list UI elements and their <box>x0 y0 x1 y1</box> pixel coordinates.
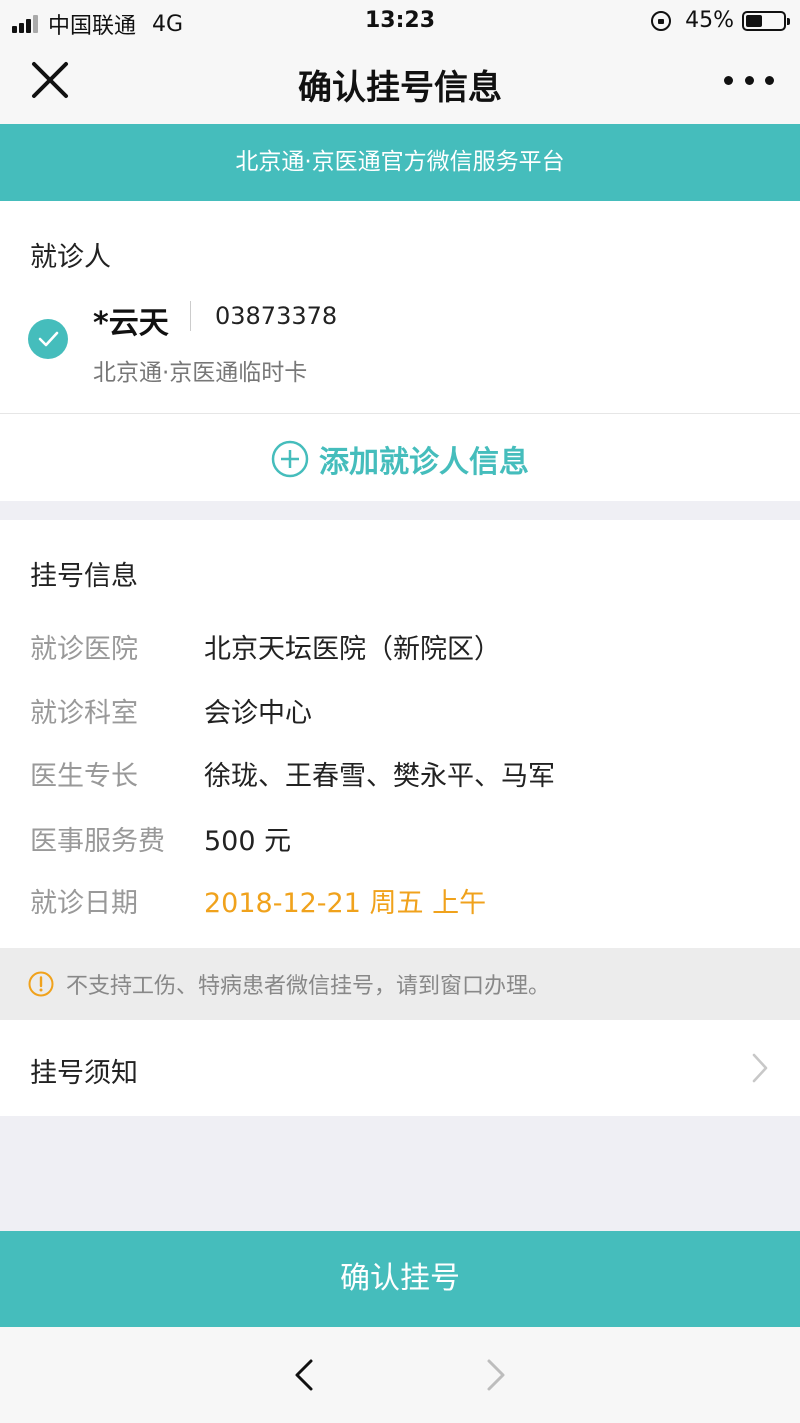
info-value: 会诊中心 <box>204 698 312 729</box>
patient-section-title: 就诊人 <box>30 242 111 273</box>
info-label: 就诊医院 <box>30 634 138 665</box>
info-row-doctors: 医生专长 徐珑、王春雪、樊永平、马军 <box>30 754 555 793</box>
back-icon[interactable] <box>292 1357 316 1393</box>
platform-banner: 北京通·京医通官方微信服务平台 <box>0 124 800 201</box>
registration-section-title: 挂号信息 <box>30 561 138 592</box>
info-row-department: 就诊科室 会诊中心 <box>30 691 312 730</box>
confirm-registration-button[interactable]: 确认挂号 <box>0 1231 800 1327</box>
info-value-date: 2018-12-21 周五 上午 <box>204 888 487 919</box>
plus-circle-icon <box>271 440 309 478</box>
battery-percent: 45% <box>685 8 734 33</box>
check-icon[interactable] <box>28 319 68 359</box>
info-label: 医事服务费 <box>30 826 165 857</box>
info-value: 北京天坛医院（新院区） <box>204 634 501 665</box>
info-row-fee: 医事服务费 500 元 <box>30 819 291 858</box>
info-label: 医生专长 <box>30 761 138 792</box>
notice-bar: 不支持工伤、特病患者微信挂号，请到窗口办理。 <box>0 948 800 1020</box>
patient-id: 03873378 <box>215 302 338 330</box>
add-patient-button[interactable]: 添加就诊人信息 <box>0 437 800 481</box>
registration-rules-row[interactable]: 挂号须知 <box>0 1020 800 1116</box>
divider <box>0 413 800 414</box>
patient-separator <box>190 301 191 331</box>
chevron-right-icon <box>752 1053 768 1083</box>
info-row-date: 就诊日期 2018-12-21 周五 上午 <box>30 881 486 920</box>
info-value: 徐珑、王春雪、樊永平、马军 <box>204 761 555 792</box>
more-icon[interactable] <box>724 60 774 100</box>
page-title: 确认挂号信息 <box>298 68 502 108</box>
forward-icon[interactable] <box>484 1357 508 1393</box>
patient-section: 就诊人 *云天 03873378 北京通·京医通临时卡 添加就诊人信息 <box>0 201 800 501</box>
notice-text: 不支持工伤、特病患者微信挂号，请到窗口办理。 <box>66 974 551 999</box>
patient-card-type: 北京通·京医通临时卡 <box>93 360 308 386</box>
battery-icon <box>742 10 790 31</box>
status-bar: 中国联通 4G 13:23 45% <box>0 0 800 40</box>
battery-fill <box>746 14 763 27</box>
registration-section: 挂号信息 就诊医院 北京天坛医院（新院区） 就诊科室 会诊中心 医生专长 徐珑、… <box>0 520 800 948</box>
info-row-hospital: 就诊医院 北京天坛医院（新院区） <box>30 627 501 666</box>
rotation-lock-icon <box>651 10 672 31</box>
browser-bottom-bar <box>0 1327 800 1423</box>
rules-label: 挂号须知 <box>30 1058 138 1089</box>
info-value: 500 元 <box>204 826 292 857</box>
patient-name: *云天 <box>93 306 169 341</box>
info-label: 就诊科室 <box>30 698 138 729</box>
add-patient-label: 添加就诊人信息 <box>319 445 529 480</box>
nav-bar: 确认挂号信息 <box>0 40 800 124</box>
info-label: 就诊日期 <box>30 888 138 919</box>
status-right: 45% <box>651 8 790 33</box>
warning-icon <box>28 971 54 997</box>
